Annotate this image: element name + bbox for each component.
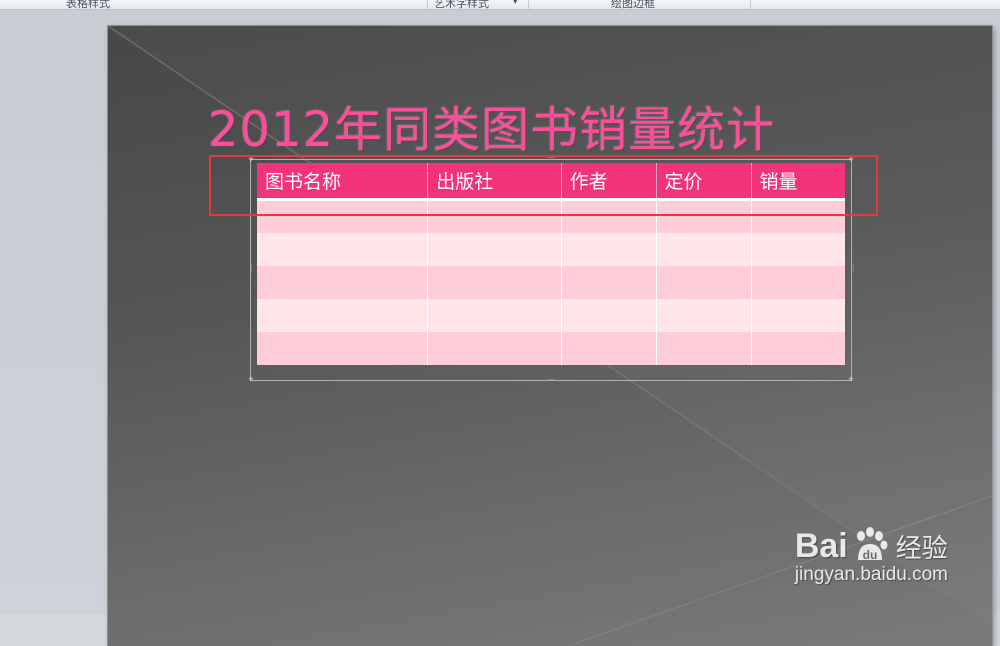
table-cell[interactable] (561, 299, 657, 332)
slide-title[interactable]: 2012年同类图书销量统计 (208, 90, 775, 160)
annotation-highlight-box (209, 155, 878, 216)
table-cell[interactable] (427, 332, 562, 365)
table-cell[interactable] (656, 299, 752, 332)
dialog-launcher-icon[interactable]: ▾ (513, 0, 518, 9)
ribbon-strip: 表格样式 艺术字样式 ▾ 绘图边框 (0, 0, 1000, 10)
resize-handle-bottom[interactable]: ···· (545, 378, 557, 384)
table-cell[interactable] (751, 332, 845, 365)
table-cell[interactable] (656, 233, 752, 266)
ribbon-separator (528, 0, 529, 9)
table-cell[interactable] (561, 233, 657, 266)
table-cell[interactable] (257, 266, 429, 299)
resize-handle-left[interactable]: ···· (247, 264, 254, 272)
paw-logo-icon: du (850, 526, 890, 566)
table-cell[interactable] (656, 266, 752, 299)
table-row (257, 233, 845, 266)
table-cell[interactable] (751, 266, 845, 299)
table-cell[interactable] (751, 299, 845, 332)
ribbon-separator (427, 0, 428, 9)
table-cell[interactable] (427, 233, 562, 266)
table-row (257, 266, 845, 299)
table-cell[interactable] (257, 233, 429, 266)
table-cell[interactable] (257, 299, 429, 332)
resize-handle-right[interactable]: ···· (849, 264, 856, 272)
resize-handle-bottom-left[interactable]: ✢ (248, 377, 254, 383)
ribbon-separator (750, 0, 751, 9)
watermark-brand-suffix: 经验 (895, 533, 948, 564)
baidu-jingyan-watermark: Bai du 经验 jingyan.baidu.com (795, 526, 948, 586)
table-cell[interactable] (427, 266, 562, 299)
watermark-brand: Bai (794, 526, 848, 565)
resize-handle-bottom-right[interactable]: ✢ (848, 377, 854, 383)
table-cell[interactable] (751, 233, 845, 266)
svg-text:du: du (862, 548, 877, 562)
table-cell[interactable] (561, 332, 657, 365)
ribbon-group-draw-borders[interactable]: 绘图边框 (611, 0, 655, 9)
table-cell[interactable] (427, 299, 562, 332)
ribbon-group-wordart-styles[interactable]: 艺术字样式 (434, 0, 489, 9)
table-cell[interactable] (656, 332, 752, 365)
table-cell[interactable] (257, 332, 429, 365)
table-row (257, 299, 845, 332)
table-cell[interactable] (561, 266, 657, 299)
slide-workspace: 2012年同类图书销量统计 ✢ ···· ✢ ···· ···· ✢ ···· … (0, 10, 1000, 646)
ribbon-group-table-styles[interactable]: 表格样式 (66, 0, 110, 9)
table-row (257, 332, 845, 365)
watermark-url: jingyan.baidu.com (794, 564, 948, 585)
